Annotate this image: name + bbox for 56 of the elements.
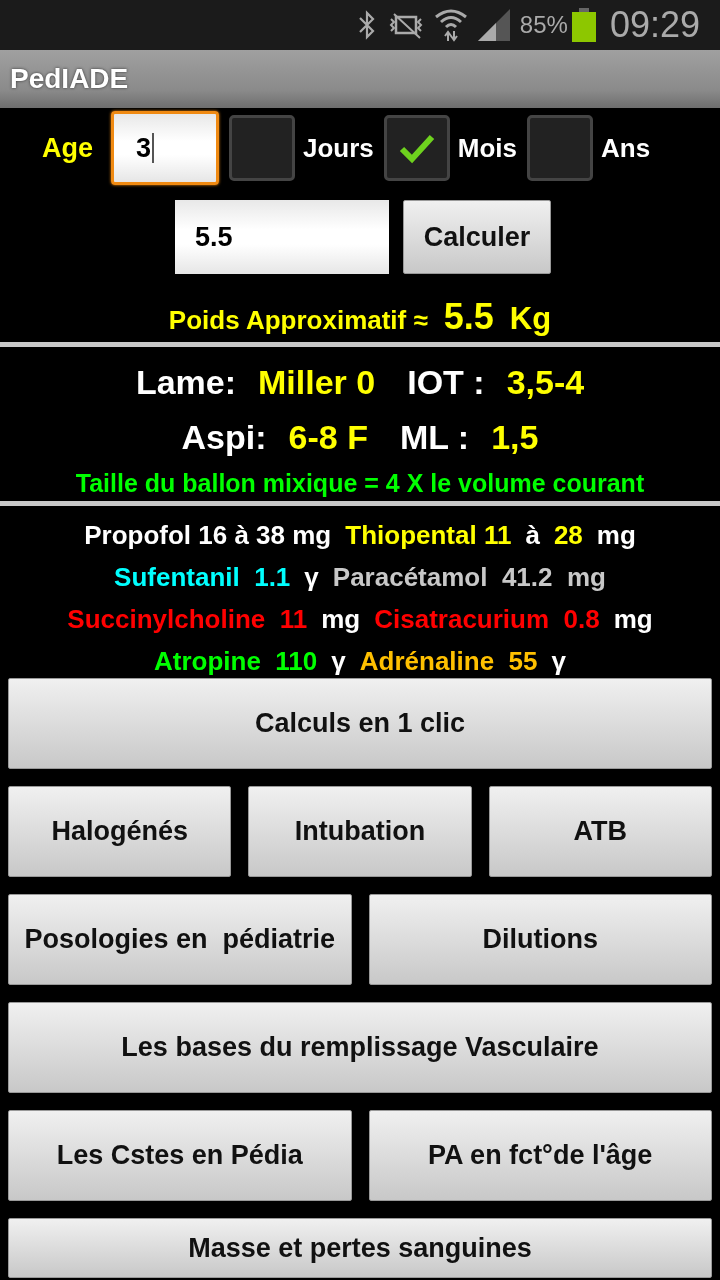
age-value: 3 <box>136 132 152 164</box>
checkbox-label: Mois <box>457 132 518 164</box>
battery-percentage: 85% <box>519 11 568 39</box>
checkbox-label: Ans <box>601 132 651 164</box>
checkbox[interactable] <box>527 115 594 181</box>
airway-text: Lame: <box>135 363 236 402</box>
menu-button[interactable]: Halogénés <box>8 786 232 877</box>
weight-input-field[interactable]: 5.5 <box>175 200 389 274</box>
airway-text: Aspi: <box>181 418 267 457</box>
checkbox[interactable] <box>229 115 295 181</box>
weight-label: Poids Approximatif ≈ <box>168 305 428 336</box>
menu-button[interactable]: Dilutions <box>368 894 712 985</box>
age-input-field[interactable]: 3 <box>111 111 219 185</box>
drug-dose-text: γ <box>304 561 319 593</box>
drug-dose-text: mg <box>596 519 636 551</box>
drug-dose-text: Adrénaline 55 <box>359 645 538 677</box>
airway-text: 6-8 F <box>288 418 368 457</box>
wifi-icon <box>433 7 468 43</box>
drug-dose-text: Atropine 110 <box>154 645 318 677</box>
drug-dose-text: Sufentanil 1.1 <box>114 561 291 593</box>
airway-text: ML : <box>399 418 470 457</box>
calculate-button[interactable]: Calculer <box>403 200 551 274</box>
airway-text: Miller 0 <box>258 363 376 402</box>
drug-dose-text: Paracétamol 41.2 mg <box>332 561 606 593</box>
checkbox[interactable] <box>383 115 450 181</box>
menu-button[interactable]: Masse et pertes sanguines <box>8 1218 712 1278</box>
drug-dose-text: γ <box>551 645 566 677</box>
drug-dose-text: Propofol 16 à 38 mg <box>84 519 332 551</box>
age-label: Age <box>42 132 93 164</box>
checkbox-label: Jours <box>303 132 374 164</box>
weight-unit: Kg <box>509 301 552 337</box>
drug-dose-text: Cisatracurium 0.8 <box>374 603 600 635</box>
menu-button[interactable]: Calculs en 1 clic <box>8 678 712 769</box>
battery-icon <box>571 8 596 42</box>
airway-text: 3,5-4 <box>506 363 585 402</box>
drug-dose-text: γ <box>331 645 346 677</box>
airway-text: 1,5 <box>491 418 539 457</box>
drug-dose-text: à <box>525 519 540 551</box>
drug-dose-text: 28 <box>553 519 583 551</box>
drug-dose-text: Thiopental 11 <box>345 519 512 551</box>
airway-text: IOT : <box>407 363 485 402</box>
menu-button[interactable]: Intubation <box>248 786 472 877</box>
clock: 09:29 <box>609 4 700 46</box>
drug-dose-text: Succinylcholine 11 <box>67 603 308 635</box>
menu-button[interactable]: Les bases du remplissage Vasculaire <box>8 1002 712 1093</box>
weight-value: 5.5 <box>443 296 494 338</box>
signal-icon <box>477 9 510 41</box>
balloon-note: Taille du ballon mixique = 4 X le volume courant <box>74 469 646 498</box>
drug-dose-text: mg <box>321 603 361 635</box>
menu-button[interactable]: ATB <box>488 786 712 877</box>
menu-button[interactable]: Les Cstes en Pédia <box>8 1110 352 1201</box>
menu-button[interactable]: PA en fct°de l'âge <box>368 1110 712 1201</box>
mute-icon <box>387 10 424 40</box>
app-title: PedIADE <box>10 63 129 95</box>
menu-button[interactable]: Posologies en pédiatrie <box>8 894 352 985</box>
drug-dose-text: mg <box>613 603 653 635</box>
